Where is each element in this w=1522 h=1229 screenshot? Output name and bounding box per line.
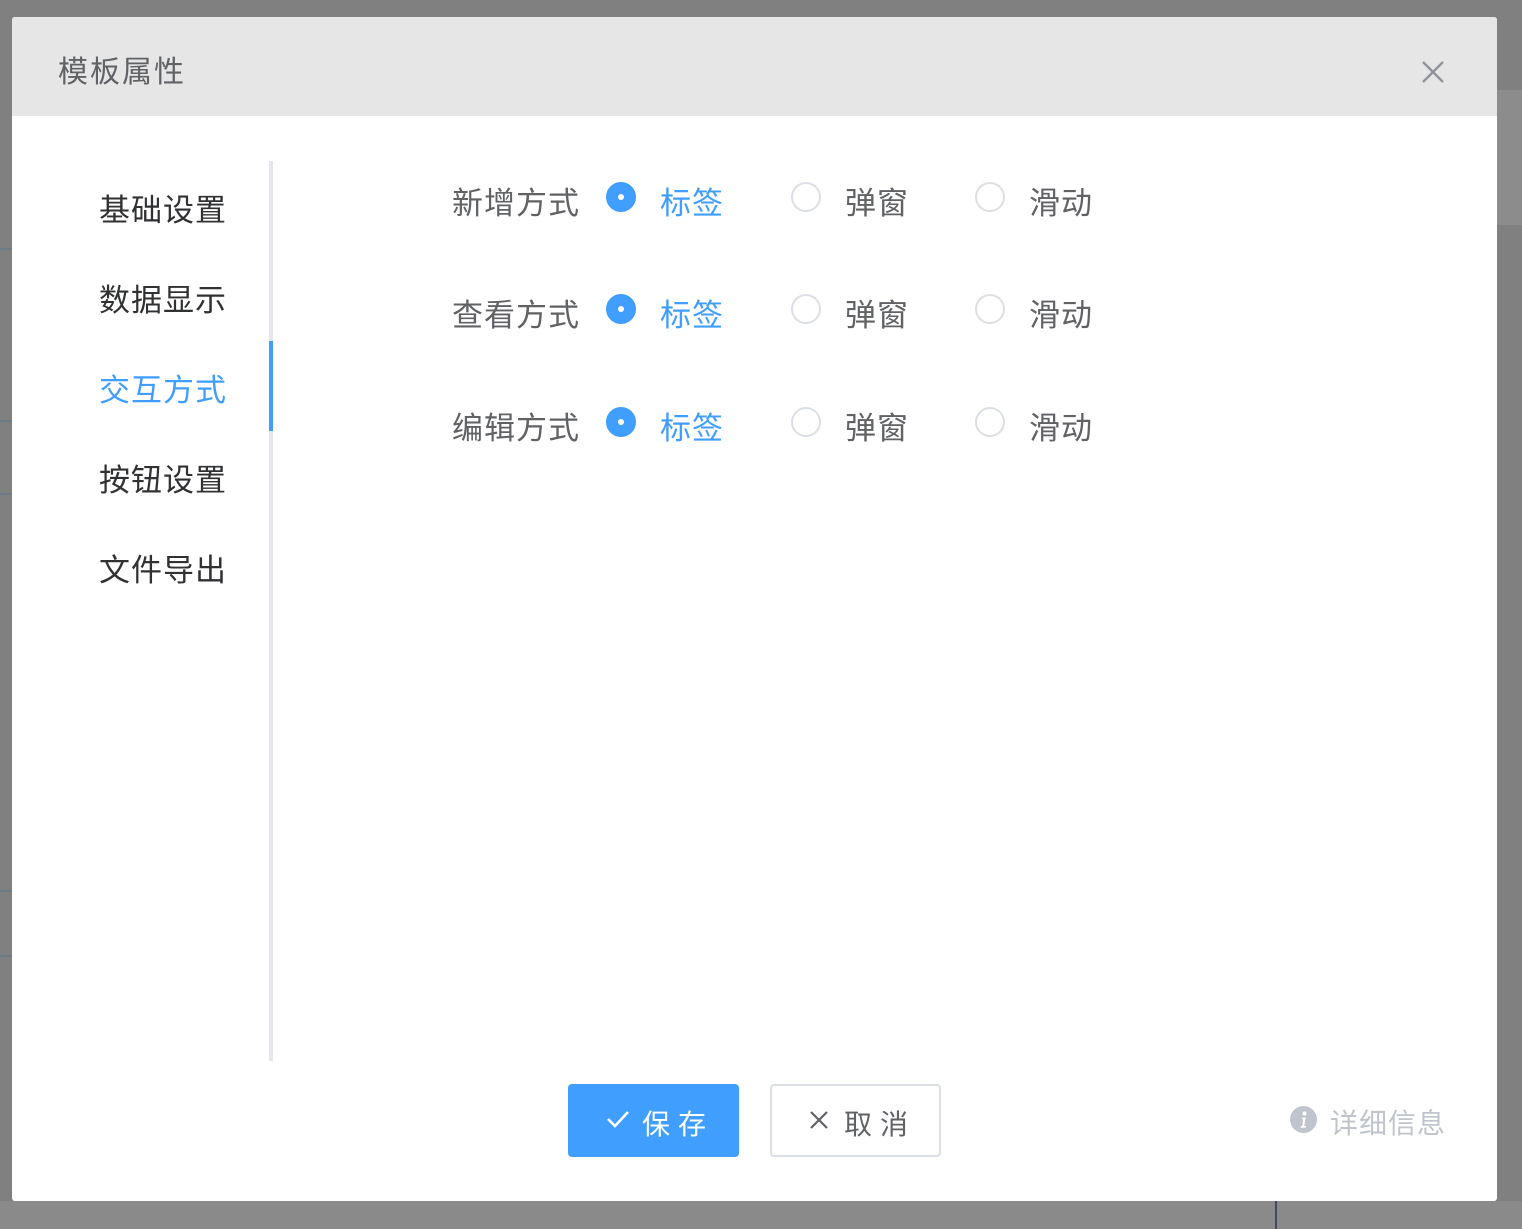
radio-circle: [606, 294, 636, 324]
form-label: 查看方式: [452, 298, 580, 334]
nav-item-file-export[interactable]: 文件导出: [12, 521, 269, 611]
background-divider: [0, 493, 12, 495]
background-footer: [0, 1201, 1522, 1229]
background-divider: [0, 890, 12, 892]
template-properties-dialog: 模板属性 基础设置 数据显示 交互方式 按钮设置 文件导出 新增方式 标签 弹窗…: [12, 17, 1497, 1201]
background-panel: [1497, 90, 1522, 225]
cancel-button[interactable]: 取消: [770, 1084, 941, 1157]
radio-circle: [606, 182, 636, 212]
form-label: 新增方式: [452, 186, 580, 222]
form-row-edit-mode: 编辑方式 标签 弹窗 滑动: [452, 393, 1152, 453]
background-divider: [0, 248, 12, 250]
radio-circle: [975, 182, 1005, 212]
nav-divider: [269, 161, 273, 1061]
dialog-title: 模板属性: [58, 55, 186, 90]
form-row-add-mode: 新增方式 标签 弹窗 滑动: [452, 168, 1152, 228]
radio-circle: [791, 182, 821, 212]
radio-circle: [606, 407, 636, 437]
nav-item-label: 交互方式: [99, 373, 227, 409]
radio-label: 弹窗: [845, 186, 909, 222]
nav-item-basic-settings[interactable]: 基础设置: [12, 161, 269, 251]
side-nav: 基础设置 数据显示 交互方式 按钮设置 文件导出: [12, 161, 273, 1061]
nav-active-indicator: [269, 341, 273, 431]
radio-label: 弹窗: [845, 411, 909, 447]
radio-label: 滑动: [1029, 298, 1093, 334]
radio-label: 滑动: [1029, 186, 1093, 222]
radio-label: 滑动: [1029, 411, 1093, 447]
nav-item-label: 基础设置: [99, 193, 227, 229]
info-icon: [1290, 1106, 1317, 1133]
background-divider: [0, 420, 12, 422]
save-button-label: 保存: [642, 1108, 715, 1141]
cancel-button-label: 取消: [844, 1108, 917, 1141]
form-row-view-mode: 查看方式 标签 弹窗 滑动: [452, 280, 1152, 340]
close-button[interactable]: [1418, 57, 1448, 87]
radio-label: 弹窗: [845, 298, 909, 334]
radio-circle: [975, 407, 1005, 437]
nav-item-label: 按钮设置: [99, 463, 227, 499]
detail-info-label: 详细信息: [1330, 1107, 1447, 1140]
x-icon: [810, 1111, 828, 1129]
radio-circle: [791, 407, 821, 437]
radio-label: 标签: [660, 411, 724, 447]
check-icon: [607, 1111, 629, 1128]
nav-item-interaction-mode[interactable]: 交互方式: [12, 341, 269, 431]
nav-item-label: 文件导出: [99, 553, 227, 589]
detail-info-link[interactable]: 详细信息: [1290, 1102, 1460, 1140]
radio-label: 标签: [660, 186, 724, 222]
background-divider: [1275, 1201, 1277, 1229]
form-label: 编辑方式: [452, 411, 580, 447]
radio-circle: [975, 294, 1005, 324]
radio-circle: [791, 294, 821, 324]
nav-item-data-display[interactable]: 数据显示: [12, 251, 269, 341]
dialog-header: 模板属性: [12, 17, 1497, 116]
close-icon: [1422, 61, 1444, 83]
nav-item-label: 数据显示: [99, 283, 227, 319]
nav-item-button-settings[interactable]: 按钮设置: [12, 431, 269, 521]
background-divider: [0, 955, 12, 957]
save-button[interactable]: 保存: [568, 1084, 739, 1157]
radio-label: 标签: [660, 298, 724, 334]
